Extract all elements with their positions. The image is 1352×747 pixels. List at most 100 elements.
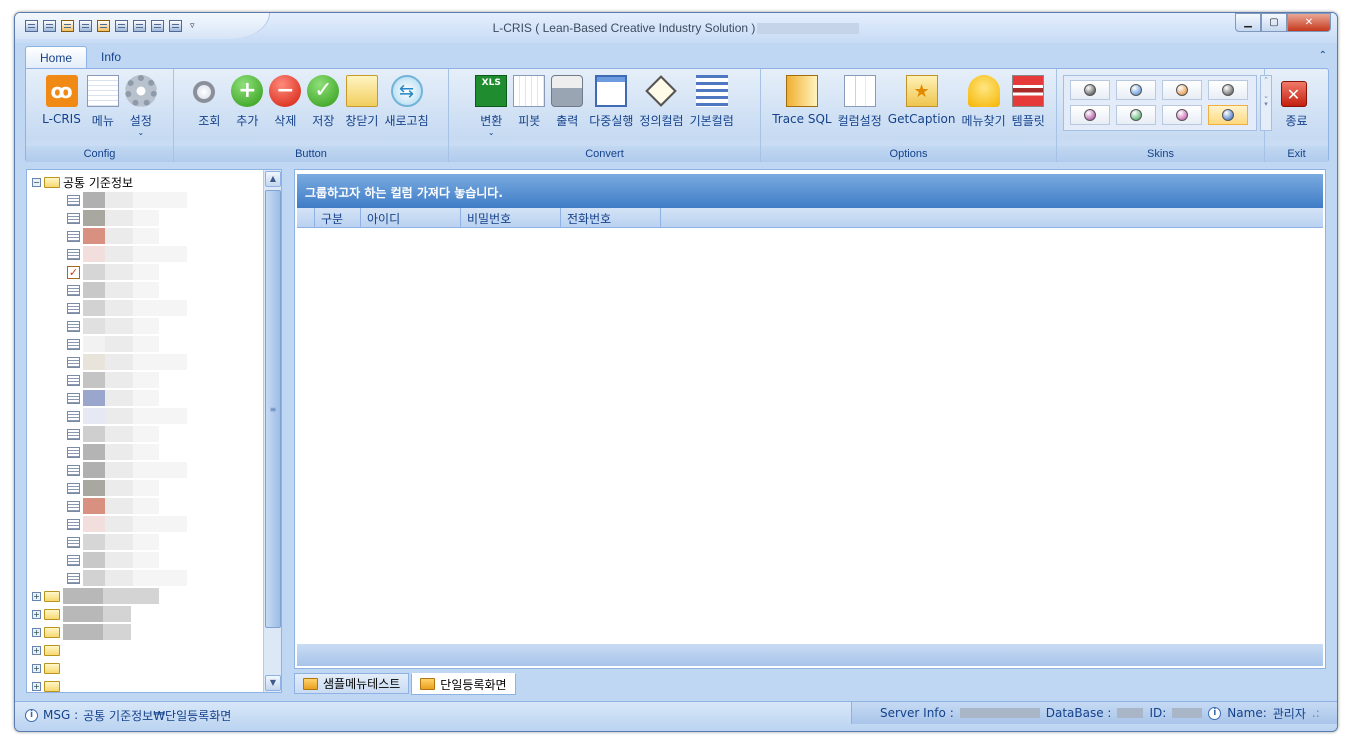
tree-item[interactable] [67,300,187,316]
tree-item[interactable] [67,462,187,478]
skin-swatch[interactable] [1162,80,1202,100]
tree-vertical-scrollbar[interactable]: ▲ ≡ ▼ [263,170,281,692]
template-button[interactable]: 템플릿 [1009,71,1048,143]
chevron-down-icon: ⌄ [487,128,495,137]
delete-button[interactable]: − 삭제 [266,71,304,143]
tree-item[interactable] [67,444,159,460]
ribbon: ꝏ L-CRIS 메뉴 설정 ⌄ Config 조회 + 추가 − 삭제 ✓ 저장 창닫기… [25,68,1329,162]
tab-info[interactable]: Info [87,46,135,68]
template-label: 템플릿 [1011,114,1045,128]
close-window-button[interactable]: ✕ [1287,13,1331,32]
group-panel[interactable]: 그룹하고자 하는 컬럼 가져다 놓습니다. [297,174,1323,208]
tree-item[interactable]: ✓ [67,264,159,280]
maximize-button[interactable]: ▢ [1261,13,1287,32]
expand-node-icon[interactable]: + [32,681,41,691]
pivot-button[interactable]: 피봇 [510,71,548,143]
skin-orb-icon [1222,84,1234,96]
expand-node-icon[interactable]: + [32,609,41,619]
column-header-user-id[interactable]: 아이디 [361,208,461,227]
expand-node-icon[interactable]: + [32,591,41,601]
collapse-node-icon[interactable]: − [32,177,41,187]
tree-folder-node[interactable]: + [32,588,159,604]
scroll-up-icon[interactable]: ▲ [265,171,281,187]
row-indicator-header [297,208,315,227]
folder-icon [44,626,60,638]
skin-orb-icon [1130,109,1142,121]
add-button[interactable]: + 추가 [228,71,266,143]
tree-folder-node[interactable]: + [32,678,60,694]
expand-node-icon[interactable]: + [32,627,41,637]
tree-item[interactable] [67,516,187,532]
tree-item[interactable] [67,426,159,442]
find-menu-button[interactable]: 메뉴찾기 [959,71,1009,143]
tree-folder-node[interactable]: + [32,642,60,658]
tree-item[interactable] [67,534,159,550]
tree-item[interactable] [67,372,159,388]
column-header-phone[interactable]: 전화번호 [561,208,661,227]
tree-item[interactable] [67,570,187,586]
trace-sql-button[interactable]: Trace SQL [769,71,834,143]
defined-columns-button[interactable]: 정의컬럼 [636,71,686,143]
tree-item[interactable] [67,552,159,568]
column-settings-button[interactable]: 컬럼설정 [835,71,885,143]
list-icon [695,75,728,107]
tree-item[interactable] [67,210,159,226]
tree-item[interactable] [67,336,159,352]
tab-home[interactable]: Home [25,46,88,68]
save-button[interactable]: ✓ 저장 [304,71,342,143]
minimize-button[interactable]: ▁ [1235,13,1261,32]
get-caption-button[interactable]: ★ GetCaption [885,71,959,143]
settings-button[interactable]: 설정 ⌄ [122,71,160,143]
group-label-skins: Skins [1057,146,1264,162]
scroll-thumb[interactable]: ≡ [265,190,281,628]
tree-item[interactable] [67,498,159,514]
tree-item[interactable] [67,390,159,406]
tree-folder-node[interactable]: + [32,624,131,640]
lcris-button[interactable]: ꝏ L-CRIS [39,71,84,143]
skin-swatch[interactable] [1208,80,1248,100]
expand-node-icon[interactable]: + [32,663,41,673]
scroll-down-icon[interactable]: ▼ [265,675,281,691]
tree-item[interactable] [67,246,187,262]
exit-button[interactable]: ✕ 종료 [1278,71,1316,143]
pane-splitter[interactable] [284,167,292,697]
expand-node-icon[interactable]: + [32,645,41,655]
doc-tab-single-registration[interactable]: 단일등록화면 [411,673,516,695]
column-header-password[interactable]: 비밀번호 [461,208,561,227]
skin-swatch[interactable] [1208,105,1248,125]
default-columns-button[interactable]: 기본컬럼 [687,71,737,143]
refresh-button[interactable]: ⇆ 새로고침 [381,71,431,143]
skin-swatch[interactable] [1070,105,1110,125]
server-info-label: Server Info : [880,706,954,720]
doc-tab-sample-menu-test[interactable]: 샘플메뉴테스트 [294,673,410,694]
resize-grip-icon[interactable]: .: [1312,706,1320,720]
tree-folder-node[interactable]: + [32,606,131,622]
tree-folder-node[interactable]: + [32,660,60,676]
search-button[interactable]: 조회 [190,71,228,143]
tree-item[interactable] [67,354,187,370]
skin-orb-icon [1084,109,1096,121]
tree-item[interactable] [67,318,159,334]
convert-label: 변환 [480,114,503,128]
skin-swatch[interactable] [1116,105,1156,125]
skin-swatch[interactable] [1070,80,1110,100]
close-tab-button[interactable]: 창닫기 [342,71,381,143]
multi-run-button[interactable]: 다중실행 [586,71,636,143]
tree-item[interactable] [67,228,159,244]
tree-item[interactable] [67,408,187,424]
tree-item[interactable] [67,192,187,208]
redacted-item-label [83,462,187,478]
tree-item[interactable] [67,282,159,298]
main-area: − 공통 기준정보 ✓ + + + + + + ▲ ≡ ▼ 그룹하고자 하는 컬럼 가져다 … [25,167,1329,697]
ribbon-group-config: ꝏ L-CRIS 메뉴 설정 ⌄ Config [26,69,174,162]
tree-item[interactable] [67,480,159,496]
tree-root-node[interactable]: − 공통 기준정보 [32,174,133,190]
convert-button[interactable]: XLS 변환 ⌄ [472,71,510,143]
print-button[interactable]: 출력 [548,71,586,143]
column-header-category[interactable]: 구분 [315,208,361,227]
skin-swatch[interactable] [1162,105,1202,125]
menu-button[interactable]: 메뉴 [84,71,122,143]
skin-swatch[interactable] [1116,80,1156,100]
collapse-ribbon-icon[interactable]: ⌃ [1319,50,1327,61]
database-icon [785,75,818,107]
